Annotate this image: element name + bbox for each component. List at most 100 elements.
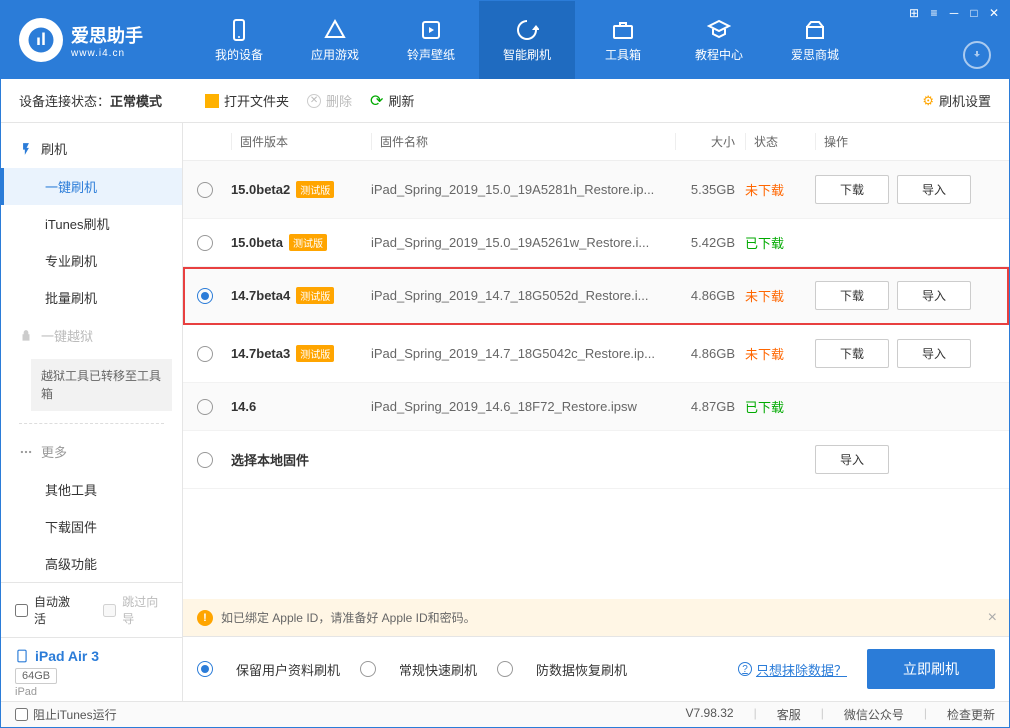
sidebar-item-flash-0[interactable]: 一键刷机: [1, 168, 182, 205]
keep-data-option[interactable]: 保留用户资料刷机: [197, 660, 340, 679]
delete-icon: ✕: [307, 94, 321, 108]
beta-tag: 测试版: [289, 234, 327, 251]
anti-recovery-option[interactable]: 防数据恢复刷机: [497, 660, 627, 679]
main-content: 固件版本 固件名称 大小 状态 操作 15.0beta2测试版 iPad_Spr…: [183, 123, 1009, 701]
flash-options-bar: 保留用户资料刷机 常规快速刷机 防数据恢复刷机 ? 只想抹除数据？ 立即刷机: [183, 636, 1009, 701]
sidebar-flash-head[interactable]: 刷机: [1, 129, 182, 168]
nav-ringtone[interactable]: 铃声壁纸: [383, 1, 479, 79]
sidebar-item-flash-2[interactable]: 专业刷机: [1, 242, 182, 279]
refresh-icon: ⟳: [370, 91, 383, 111]
firmware-radio[interactable]: [197, 288, 213, 304]
import-button[interactable]: 导入: [815, 445, 889, 474]
column-headers: 固件版本 固件名称 大小 状态 操作: [183, 123, 1009, 161]
firmware-row[interactable]: 14.6 iPad_Spring_2019_14.6_18F72_Restore…: [183, 383, 1009, 431]
firmware-row[interactable]: 15.0beta测试版 iPad_Spring_2019_15.0_19A526…: [183, 219, 1009, 267]
nav-store[interactable]: 爱思商城: [767, 1, 863, 79]
flash-icon: [19, 142, 33, 156]
nav-icon: [323, 18, 347, 42]
firmware-row[interactable]: 14.7beta4测试版 iPad_Spring_2019_14.7_18G50…: [183, 267, 1009, 325]
firmware-version: 15.0beta测试版: [231, 234, 371, 251]
download-progress-icon[interactable]: [963, 41, 991, 69]
logo-icon: [19, 18, 63, 62]
firmware-radio[interactable]: [197, 346, 213, 362]
radio-icon: [197, 661, 213, 677]
window-close-icon[interactable]: ✕: [985, 5, 1003, 21]
import-button[interactable]: 导入: [897, 175, 971, 204]
firmware-radio[interactable]: [197, 235, 213, 251]
more-icon: [19, 445, 33, 459]
window-controls: ⊞ ≡ ─ □ ✕: [899, 1, 1009, 25]
window-maximize-icon[interactable]: □: [965, 5, 983, 21]
nav-device[interactable]: 我的设备: [191, 1, 287, 79]
nav-icon: [611, 18, 635, 42]
download-button[interactable]: 下载: [815, 339, 889, 368]
import-button[interactable]: 导入: [897, 281, 971, 310]
firmware-row[interactable]: 15.0beta2测试版 iPad_Spring_2019_15.0_19A52…: [183, 161, 1009, 219]
toolbar: 设备连接状态：正常模式 打开文件夹 ✕ 删除 ⟳ 刷新 ⚙ 刷机设置: [1, 79, 1009, 123]
gear-icon: ⚙: [922, 93, 934, 109]
firmware-size: 5.35GB: [675, 182, 745, 197]
refresh-button[interactable]: ⟳ 刷新: [370, 91, 414, 111]
firmware-version: 15.0beta2测试版: [231, 181, 371, 198]
jailbreak-moved-note: 越狱工具已转移至工具箱: [31, 359, 172, 411]
lock-icon: [19, 329, 33, 343]
sidebar-item-flash-1[interactable]: iTunes刷机: [1, 205, 182, 242]
delete-button[interactable]: ✕ 删除: [307, 91, 352, 110]
nav-icon: [515, 18, 539, 42]
logo-url: www.i4.cn: [71, 48, 143, 59]
logo-area: 爱思助手 www.i4.cn: [1, 1, 191, 79]
warning-icon: !: [197, 610, 213, 626]
firmware-status: 已下载: [745, 233, 815, 252]
normal-flash-option[interactable]: 常规快速刷机: [360, 660, 477, 679]
window-menu-icon[interactable]: ≡: [925, 5, 943, 21]
firmware-row[interactable]: 选择本地固件 导入: [183, 431, 1009, 489]
window-apps-icon[interactable]: ⊞: [905, 5, 923, 21]
device-info[interactable]: iPad Air 3 64GB iPad: [1, 637, 182, 708]
apple-id-warning: ! 如已绑定 Apple ID，请准备好 Apple ID和密码。 ×: [183, 599, 1009, 636]
block-itunes-option[interactable]: 阻止iTunes运行: [15, 706, 117, 723]
sidebar-item-more-2[interactable]: 高级功能: [1, 545, 182, 582]
warning-close-icon[interactable]: ×: [988, 609, 997, 627]
nav-toolbox[interactable]: 工具箱: [575, 1, 671, 79]
window-minimize-icon[interactable]: ─: [945, 5, 963, 21]
erase-data-link[interactable]: ? 只想抹除数据？: [738, 660, 847, 679]
open-folder-button[interactable]: 打开文件夹: [205, 91, 289, 110]
firmware-version: 14.6: [231, 399, 371, 414]
firmware-radio[interactable]: [197, 452, 213, 468]
flash-settings-button[interactable]: ⚙ 刷机设置: [922, 91, 991, 110]
customer-service-link[interactable]: 客服: [777, 706, 801, 723]
auto-activate-row: 自动激活 跳过向导: [1, 583, 182, 637]
sidebar-more-head[interactable]: 更多: [1, 432, 182, 471]
firmware-size: 4.86GB: [675, 288, 745, 303]
firmware-radio[interactable]: [197, 182, 213, 198]
sidebar-item-more-1[interactable]: 下载固件: [1, 508, 182, 545]
import-button[interactable]: 导入: [897, 339, 971, 368]
nav-icon: [227, 18, 251, 42]
sidebar-item-more-0[interactable]: 其他工具: [1, 471, 182, 508]
beta-tag: 测试版: [296, 181, 334, 198]
firmware-radio[interactable]: [197, 399, 213, 415]
block-itunes-checkbox[interactable]: [15, 708, 28, 721]
tablet-icon: [15, 649, 29, 663]
auto-activate-checkbox[interactable]: [15, 604, 28, 617]
nav-apps[interactable]: 应用游戏: [287, 1, 383, 79]
nav-tutorial[interactable]: 教程中心: [671, 1, 767, 79]
flash-now-button[interactable]: 立即刷机: [867, 649, 995, 689]
firmware-status: 已下载: [745, 397, 815, 416]
download-button[interactable]: 下载: [815, 175, 889, 204]
firmware-status: 未下载: [745, 286, 815, 305]
connection-status: 设备连接状态：正常模式: [1, 91, 191, 110]
check-update-link[interactable]: 检查更新: [947, 706, 995, 723]
nav-flash[interactable]: 智能刷机: [479, 1, 575, 79]
download-button[interactable]: 下载: [815, 281, 889, 310]
sidebar: 刷机 一键刷机iTunes刷机专业刷机批量刷机 一键越狱 越狱工具已转移至工具箱…: [1, 123, 183, 701]
wechat-link[interactable]: 微信公众号: [844, 706, 904, 723]
firmware-filename: iPad_Spring_2019_14.6_18F72_Restore.ipsw: [371, 399, 675, 414]
firmware-version: 14.7beta3测试版: [231, 345, 371, 362]
firmware-version: 选择本地固件: [231, 450, 371, 469]
firmware-filename: iPad_Spring_2019_14.7_18G5052d_Restore.i…: [371, 288, 675, 303]
sidebar-item-flash-3[interactable]: 批量刷机: [1, 279, 182, 316]
beta-tag: 测试版: [296, 345, 334, 362]
firmware-row[interactable]: 14.7beta3测试版 iPad_Spring_2019_14.7_18G50…: [183, 325, 1009, 383]
device-storage-badge: 64GB: [15, 668, 57, 684]
